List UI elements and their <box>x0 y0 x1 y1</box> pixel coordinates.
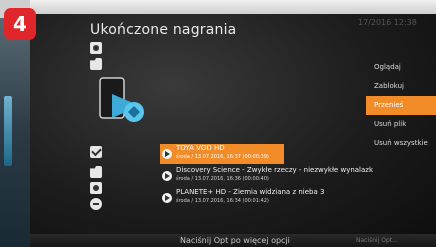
menu-item-delete-file[interactable]: Usuń plik <box>366 115 436 134</box>
recording-row-1[interactable]: Discovery Science - Zwykłe rzeczy - niez… <box>160 166 380 186</box>
bottom-right-hint: Naciśnij Opt... <box>356 237 398 244</box>
menu-item-watch[interactable]: Oglądaj <box>366 58 436 77</box>
folder-move-icon <box>90 166 102 178</box>
recordings-list: TOYA VOD HD środa / 13.07.2016, 16:37 (0… <box>160 144 380 210</box>
minus-circle-icon <box>90 198 102 210</box>
menu-item-move[interactable]: Przenieś <box>366 96 436 115</box>
tv-screen: Ukończone nagrania 17/2016 12:38 TOYA VO… <box>30 0 436 247</box>
camera-small-icon <box>90 182 102 194</box>
recording-title: Discovery Science - Zwykłe rzeczy - niez… <box>176 166 374 174</box>
checklist-icon <box>90 146 102 158</box>
options-menu: Oglądaj Zablokuj Przenieś Usuń plik Usuń… <box>366 58 436 153</box>
recording-row-2[interactable]: PLANETE+ HD - Ziemia widziana z nieba 3 … <box>160 188 380 208</box>
recording-title: PLANETE+ HD - Ziemia widziana z nieba 3 <box>176 188 325 196</box>
recording-meta: środa / 13.07.2016, 16:37 (00:00:39) <box>176 154 269 160</box>
screenshot-frame: Ukończone nagrania 17/2016 12:38 TOYA VO… <box>0 0 436 247</box>
play-icon <box>162 193 172 203</box>
step-badge: 4 <box>4 8 36 40</box>
recordings-logo-icon <box>99 77 144 122</box>
camera-icon <box>90 42 102 54</box>
folder-icon <box>90 58 102 70</box>
tv-top-strip <box>30 0 436 14</box>
screen-title: Ukończone nagrania <box>90 22 237 38</box>
device-light <box>4 96 12 166</box>
menu-item-lock[interactable]: Zablokuj <box>366 77 436 96</box>
recording-meta: środa / 13.07.2016, 16:34 (00:01:42) <box>176 198 269 204</box>
play-icon <box>162 149 172 159</box>
clock-text: 17/2016 12:38 <box>358 18 417 27</box>
left-device-strip <box>0 18 30 247</box>
menu-item-delete-all[interactable]: Usuń wszystkie <box>366 134 436 153</box>
recording-title: TOYA VOD HD <box>176 144 225 152</box>
bottom-hint-text: Naciśnij Opt po więcej opcji <box>180 236 290 245</box>
recording-row-0[interactable]: TOYA VOD HD środa / 13.07.2016, 16:37 (0… <box>160 144 284 164</box>
play-icon <box>162 171 172 181</box>
recording-meta: środa / 13.07.2016, 16:36 (00:00:40) <box>176 176 269 182</box>
